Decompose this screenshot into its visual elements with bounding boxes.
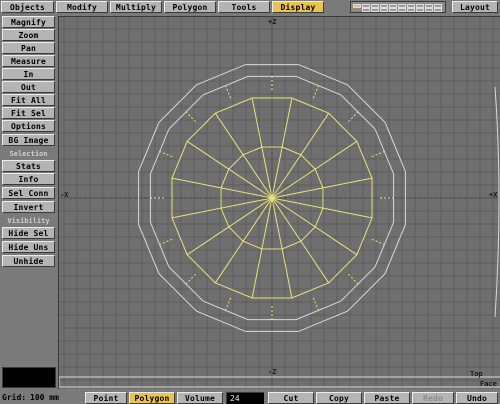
copy-button[interactable]: Copy bbox=[316, 392, 362, 404]
cut-button[interactable]: Cut bbox=[268, 392, 314, 404]
grid-label: Grid: bbox=[2, 393, 27, 402]
invert-button[interactable]: Invert bbox=[2, 201, 55, 213]
polygon-normal-marker bbox=[371, 238, 385, 246]
info-button[interactable]: Info bbox=[2, 173, 55, 185]
axis-label-right: +X bbox=[489, 191, 498, 199]
volume-mode-button[interactable]: Volume bbox=[177, 392, 223, 404]
tab-objects[interactable]: Objects bbox=[1, 1, 54, 13]
tab-polygon[interactable]: Polygon bbox=[164, 1, 216, 13]
top-viewport[interactable]: +Z -Z -X +X Top Face bbox=[58, 16, 500, 389]
side-edge-curve bbox=[494, 86, 500, 318]
polygon-normal-marker bbox=[312, 297, 320, 311]
tab-tools[interactable]: Tools bbox=[218, 1, 270, 13]
layout-button[interactable]: Layout bbox=[452, 1, 498, 13]
magnify-button[interactable]: Magnify bbox=[2, 16, 55, 28]
visibility-section-header: Visibility bbox=[7, 217, 50, 225]
paste-button[interactable]: Paste bbox=[364, 392, 410, 404]
selection-count: 24 bbox=[226, 392, 264, 404]
axis-label-top: +Z bbox=[268, 18, 277, 26]
hide-uns-button[interactable]: Hide Uns bbox=[2, 241, 55, 253]
preview-box bbox=[2, 367, 56, 388]
options-button[interactable]: Options bbox=[2, 120, 55, 132]
measure-button[interactable]: Measure bbox=[2, 55, 55, 67]
viewport-canvas bbox=[59, 17, 500, 389]
zoom-button[interactable]: Zoom bbox=[2, 29, 55, 41]
fit-sel-button[interactable]: Fit Sel bbox=[2, 107, 55, 119]
axis-label-bottom: -Z bbox=[268, 368, 277, 376]
layer-selector[interactable] bbox=[350, 1, 446, 13]
bottom-plane-outline bbox=[59, 376, 500, 388]
face-label: Face bbox=[480, 380, 497, 388]
polygon-normal-marker bbox=[312, 85, 320, 99]
undo-button[interactable]: Undo bbox=[456, 392, 498, 404]
polygon-mode-button[interactable]: Polygon bbox=[129, 392, 175, 404]
axis-label-left: -X bbox=[60, 191, 69, 199]
polygon-normal-marker bbox=[371, 150, 385, 158]
unhide-button[interactable]: Unhide bbox=[2, 255, 55, 267]
polygon-normal-marker bbox=[159, 150, 173, 158]
sel-conn-button[interactable]: Sel Conn bbox=[2, 187, 55, 199]
hide-sel-button[interactable]: Hide Sel bbox=[2, 227, 55, 239]
selection-section-header: Selection bbox=[9, 150, 48, 158]
polygon-normal-marker bbox=[224, 297, 232, 311]
tab-modify[interactable]: Modify bbox=[56, 1, 108, 13]
polygon-normal-marker bbox=[224, 85, 232, 99]
tab-display[interactable]: Display bbox=[272, 1, 324, 13]
tab-multiply[interactable]: Multiply bbox=[110, 1, 162, 13]
zoom-in-button[interactable]: In bbox=[2, 68, 55, 80]
zoom-out-button[interactable]: Out bbox=[2, 81, 55, 93]
redo-button: Redo bbox=[412, 392, 454, 404]
polygon-normal-marker bbox=[159, 238, 173, 246]
pan-button[interactable]: Pan bbox=[2, 42, 55, 54]
view-label: Top bbox=[470, 370, 483, 378]
grid-value: 100 mm bbox=[30, 393, 59, 402]
stats-button[interactable]: Stats bbox=[2, 160, 55, 172]
point-mode-button[interactable]: Point bbox=[85, 392, 127, 404]
fit-all-button[interactable]: Fit All bbox=[2, 94, 55, 106]
bg-image-button[interactable]: BG Image bbox=[2, 134, 55, 146]
